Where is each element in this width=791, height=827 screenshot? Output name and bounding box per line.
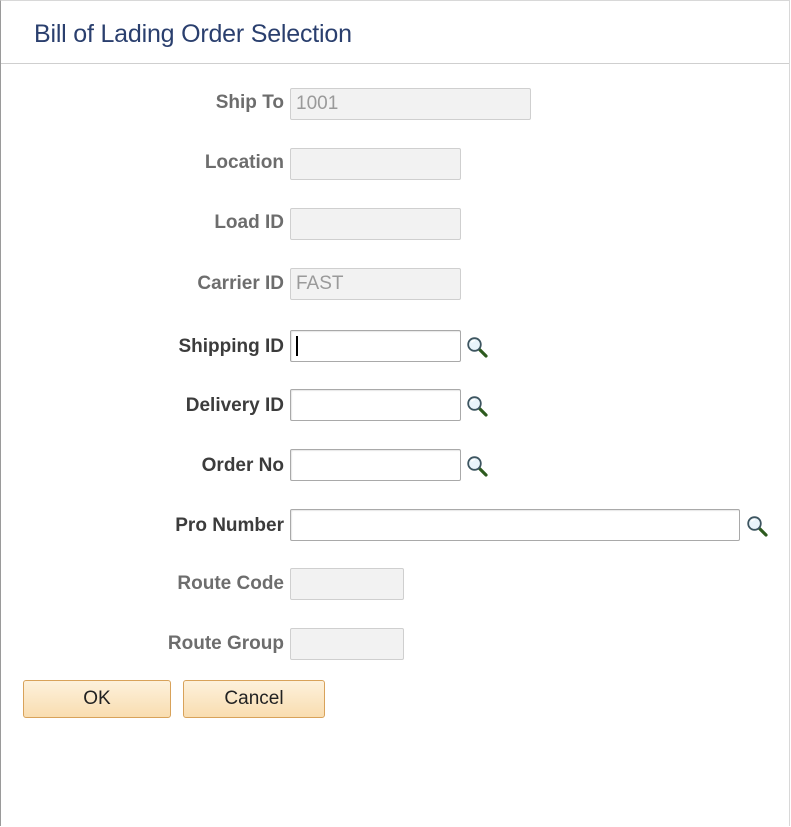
order-no-lookup-icon[interactable]	[466, 455, 488, 477]
ship-to-label: Ship To	[215, 92, 284, 113]
carrier-id-field	[290, 268, 461, 300]
delivery-id-lookup-icon[interactable]	[466, 395, 488, 417]
location-field	[290, 148, 461, 180]
page-title: Bill of Lading Order Selection	[34, 20, 352, 48]
location-label: Location	[204, 152, 284, 173]
order-no-field[interactable]	[290, 449, 461, 481]
route-code-label: Route Code	[177, 573, 284, 594]
load-id-label: Load ID	[214, 212, 284, 233]
load-id-field	[290, 208, 461, 240]
route-code-field	[290, 568, 404, 600]
shipping-id-label: Shipping ID	[178, 336, 284, 357]
cancel-button[interactable]: Cancel	[183, 680, 325, 718]
route-group-label: Route Group	[167, 633, 284, 654]
page-header: Bill of Lading Order Selection	[1, 1, 789, 64]
text-caret	[296, 336, 298, 356]
delivery-id-field[interactable]	[290, 389, 461, 421]
shipping-id-field[interactable]	[290, 330, 461, 362]
order-no-label: Order No	[201, 455, 284, 476]
pro-number-field[interactable]	[290, 509, 740, 541]
pro-number-lookup-icon[interactable]	[746, 515, 768, 537]
route-group-field	[290, 628, 404, 660]
delivery-id-label: Delivery ID	[185, 395, 284, 416]
ok-button[interactable]: OK	[23, 680, 171, 718]
ship-to-field	[290, 88, 531, 120]
carrier-id-label: Carrier ID	[197, 273, 284, 294]
shipping-id-lookup-icon[interactable]	[466, 336, 488, 358]
pro-number-label: Pro Number	[175, 515, 284, 536]
